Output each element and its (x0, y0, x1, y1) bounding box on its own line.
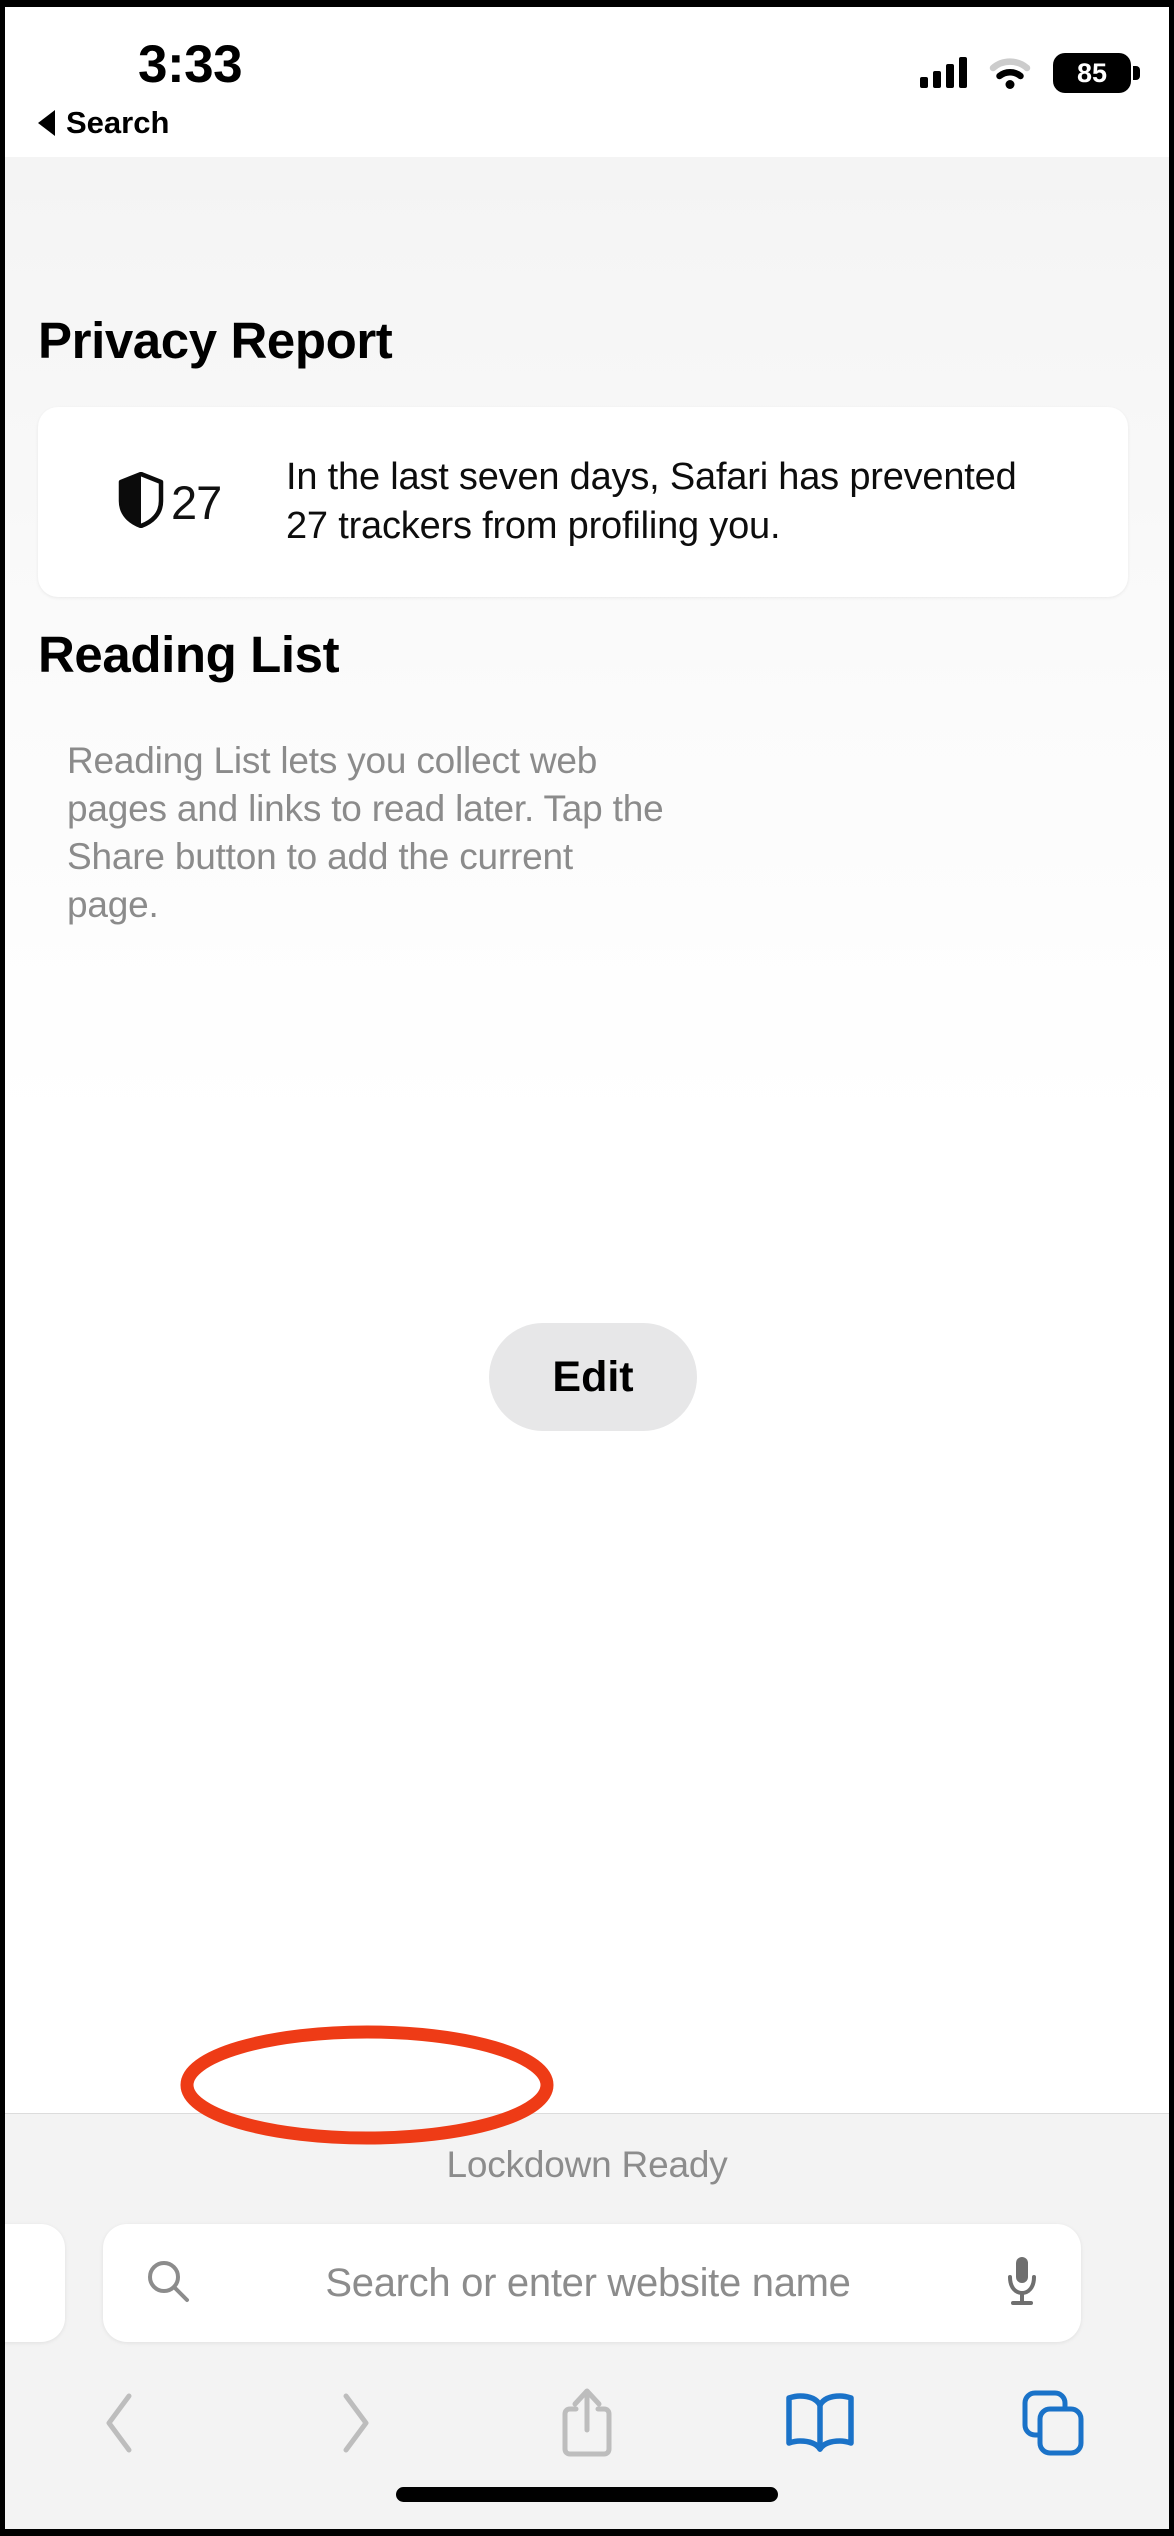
back-to-search-link[interactable]: Search (38, 105, 169, 141)
tabs-icon (1020, 2388, 1086, 2461)
privacy-report-card[interactable]: 27 In the last seven days, Safari has pr… (38, 407, 1128, 597)
bookmarks-button[interactable] (703, 2372, 936, 2477)
edit-button[interactable]: Edit (489, 1323, 697, 1431)
cellular-signal-icon (920, 57, 967, 88)
wifi-icon (989, 58, 1031, 89)
share-button[interactable] (471, 2372, 704, 2477)
forward-button[interactable] (238, 2372, 471, 2477)
microphone-icon[interactable] (1005, 2255, 1039, 2312)
reading-list-description: Reading List lets you collect web pages … (67, 740, 664, 926)
status-bar-time: 3:33 (138, 35, 243, 94)
search-input-placeholder[interactable]: Search or enter website name (171, 2261, 1005, 2306)
home-indicator (396, 2487, 778, 2502)
privacy-report-description: In the last seven days, Safari has preve… (286, 456, 1017, 547)
bottom-bar: Lockdown Ready Search or enter website n… (5, 2113, 1169, 2529)
share-icon (559, 2386, 615, 2463)
back-triangle-icon (38, 110, 55, 136)
browser-toolbar (5, 2372, 1169, 2477)
status-bar: 3:33 85 (5, 7, 1169, 107)
chevron-right-icon (334, 2390, 374, 2459)
book-icon (784, 2393, 856, 2456)
tracker-count-group: 27 (118, 471, 286, 533)
chevron-left-icon (101, 2390, 141, 2459)
reading-list-title: Reading List (38, 626, 340, 683)
battery-icon: 85 (1053, 53, 1140, 93)
tabs-button[interactable] (936, 2372, 1169, 2477)
back-button[interactable] (5, 2372, 238, 2477)
adjacent-tab-peek[interactable] (5, 2224, 65, 2342)
start-page-content: Privacy Report 27 In the last seven days… (5, 157, 1169, 2263)
privacy-report-title: Privacy Report (38, 312, 393, 369)
lockdown-status-label: Lockdown Ready (446, 2144, 728, 2185)
url-search-bar[interactable]: Search or enter website name (103, 2224, 1081, 2342)
iphone-safari-screen: 3:33 85 Search Privacy Report 27 In the … (0, 0, 1174, 2536)
tracker-count-value: 27 (171, 475, 222, 529)
battery-percent-label: 85 (1076, 57, 1108, 88)
back-link-label: Search (66, 105, 170, 140)
shield-icon (118, 471, 164, 533)
status-bar-indicators: 85 (920, 53, 1140, 93)
